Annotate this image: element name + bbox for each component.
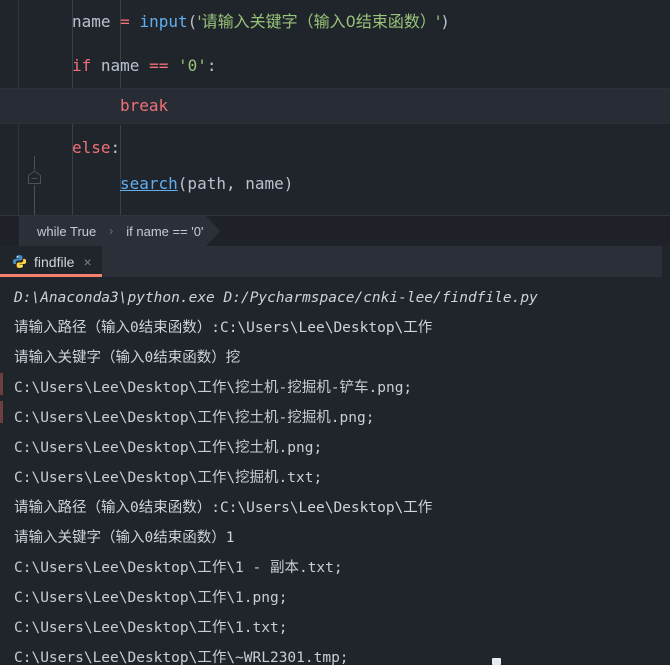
- console-line-prompt-keyword-2: 请输入关键字（输入0结束函数）1: [14, 530, 235, 546]
- breadcrumb-item-while-true[interactable]: while True: [34, 224, 99, 239]
- code-token: name: [72, 12, 111, 31]
- close-icon[interactable]: ×: [81, 255, 91, 269]
- code-token: else: [72, 138, 111, 157]
- tab-label: findfile: [34, 253, 75, 270]
- code-text-area[interactable]: name = input('请输入关键字（输入0结束函数）') if name =…: [0, 0, 670, 215]
- pycharm-window: name = input('请输入关键字（输入0结束函数）') if name =…: [0, 0, 670, 665]
- console-line-result-2: C:\Users\Lee\Desktop\工作\挖土机-挖掘机.png;: [14, 410, 375, 426]
- fold-glyph: [28, 170, 41, 184]
- console-line-cmd: D:\Anaconda3\python.exe D:/Pycharmspace/…: [14, 290, 538, 306]
- code-fold-collapse-icon[interactable]: [27, 156, 43, 215]
- line-else: else:: [69, 130, 120, 166]
- console-gutter-mark: [0, 401, 3, 423]
- code-token: :: [110, 138, 121, 157]
- tab-bar-empty-area: [102, 246, 662, 277]
- mouse-cursor: [492, 658, 501, 665]
- python-file-icon: [12, 254, 27, 269]
- breadcrumb-bar: while True › if name == '0': [0, 215, 670, 246]
- code-token: (: [187, 12, 198, 31]
- fold-box: [27, 170, 42, 185]
- console-line-result-6: C:\Users\Lee\Desktop\工作\1.png;: [14, 590, 288, 606]
- code-token: break: [120, 96, 169, 115]
- line-name-input: name = input('请输入关键字（输入0结束函数）'): [69, 4, 450, 40]
- code-editor[interactable]: name = input('请输入关键字（输入0结束函数）') if name =…: [0, 0, 670, 215]
- breadcrumb-item-if-name[interactable]: if name == '0': [123, 224, 206, 239]
- fold-line-upper: [34, 156, 35, 170]
- line-break: break: [69, 88, 168, 124]
- fold-line-lower: [34, 185, 35, 215]
- console-line-result-8: C:\Users\Lee\Desktop\工作\~WRL2301.tmp;: [14, 650, 349, 665]
- code-token: name: [91, 56, 150, 75]
- code-token: :: [206, 56, 217, 75]
- code-token: ): [440, 12, 450, 31]
- code-token: input: [139, 12, 188, 31]
- code-token: =: [120, 12, 130, 31]
- code-token: '请输入关键字（输入0结束函数）': [197, 12, 441, 31]
- code-token: '0': [177, 56, 207, 75]
- run-console[interactable]: D:\Anaconda3\python.exe D:/Pycharmspace/…: [0, 277, 670, 665]
- line-search-call: search(path, name): [69, 166, 293, 202]
- code-token[interactable]: search: [120, 174, 178, 193]
- chevron-right-icon: ›: [109, 224, 114, 238]
- console-gutter-mark: [0, 373, 3, 395]
- console-line-prompt-path-2: 请输入路径（输入0结束函数）:C:\Users\Lee\Desktop\工作: [14, 500, 433, 516]
- console-line-result-7: C:\Users\Lee\Desktop\工作\1.txt;: [14, 620, 288, 636]
- console-line-result-3: C:\Users\Lee\Desktop\工作\挖土机.png;: [14, 440, 323, 456]
- console-line-prompt-path-1: 请输入路径（输入0结束函数）:C:\Users\Lee\Desktop\工作: [14, 320, 433, 336]
- console-output: D:\Anaconda3\python.exe D:/Pycharmspace/…: [14, 277, 670, 665]
- breadcrumb[interactable]: while True › if name == '0': [20, 216, 222, 246]
- run-tool-tab-bar: findfile ×: [0, 246, 670, 277]
- console-line-result-1: C:\Users\Lee\Desktop\工作\挖土机-挖掘机-铲车.png;: [14, 380, 413, 396]
- console-line-prompt-keyword-1: 请输入关键字（输入0结束函数）挖: [14, 350, 241, 366]
- breadcrumb-left-spacer: [0, 216, 20, 246]
- console-line-result-4: C:\Users\Lee\Desktop\工作\挖掘机.txt;: [14, 470, 323, 486]
- tab-findfile[interactable]: findfile ×: [0, 246, 102, 277]
- python-logo-svg: [12, 255, 27, 268]
- console-line-result-5: C:\Users\Lee\Desktop\工作\1 - 副本.txt;: [14, 560, 343, 576]
- code-token: if: [72, 56, 92, 75]
- tab-bar-right-end: [662, 246, 670, 277]
- code-token: (path, name): [177, 174, 294, 193]
- code-token: ==: [149, 56, 169, 75]
- line-if: if name == '0':: [69, 48, 217, 84]
- console-gutter: [0, 277, 4, 665]
